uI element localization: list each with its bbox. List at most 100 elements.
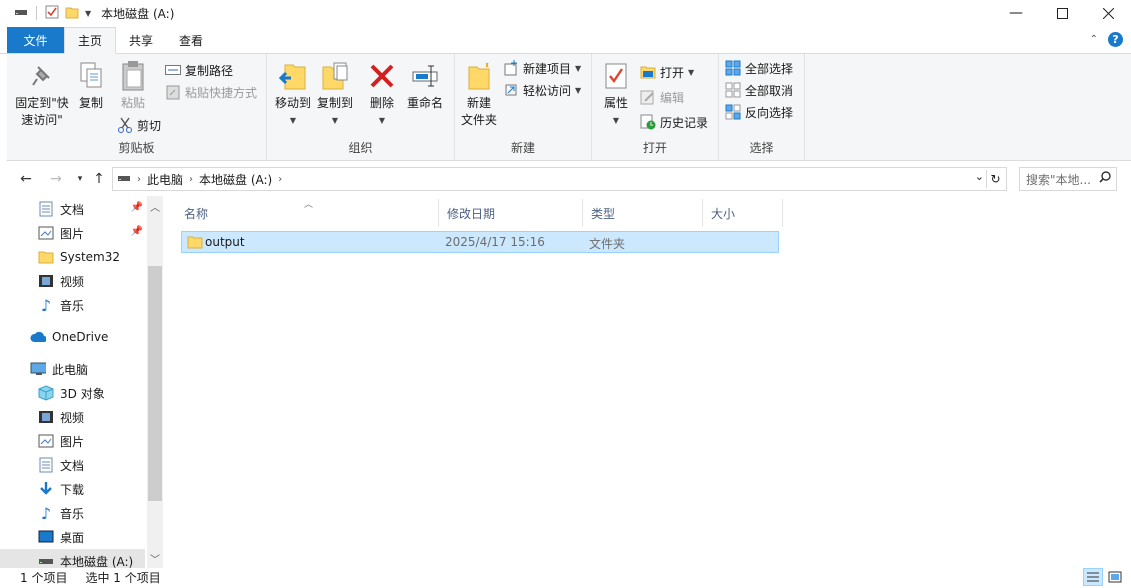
back-button[interactable]: ← — [16, 169, 36, 189]
sidebar-item-documents[interactable]: 文档 📌 — [0, 197, 145, 221]
pin-icon — [26, 60, 58, 92]
new-item-icon — [503, 60, 519, 76]
invert-selection-button[interactable]: 反向选择 — [725, 102, 793, 122]
rename-label: 重命名 — [406, 96, 443, 110]
properties-dropdown-icon: ▼ — [612, 116, 620, 125]
sidebar-item-music[interactable]: ♪ 音乐 — [0, 293, 145, 317]
sidebar-item-label: 此电脑 — [52, 362, 89, 377]
status-bar: 1 个项目 选中 1 个项目 — [0, 566, 1131, 588]
music-icon: ♪ — [40, 503, 52, 523]
customize-dropdown-icon[interactable]: ▼ — [85, 9, 91, 18]
sidebar-scrollbar[interactable]: ︿ ﹀ — [147, 196, 163, 568]
sidebar-item-downloads[interactable]: 下载 — [0, 477, 145, 501]
tab-view[interactable]: 查看 — [166, 27, 216, 53]
quick-access-toolbar: ▼ — [0, 5, 91, 22]
tab-file[interactable]: 文件 — [7, 27, 64, 53]
column-header-modified[interactable]: 修改日期 — [439, 199, 583, 227]
address-dropdown-icon[interactable]: ⌄ — [975, 170, 984, 183]
details-view-icon[interactable] — [1083, 568, 1103, 586]
properties-button[interactable]: 属性 ▼ — [598, 60, 634, 129]
new-folder-icon[interactable] — [65, 5, 79, 22]
forward-button[interactable]: → — [46, 169, 66, 189]
up-button[interactable]: ↑ — [89, 169, 109, 189]
copy-path-button[interactable]: 复制路径 — [165, 60, 233, 80]
breadcrumb-chevron[interactable]: › — [137, 174, 141, 185]
large-icons-view-icon[interactable] — [1105, 568, 1125, 586]
move-to-button[interactable]: 移动到 ▼ — [273, 60, 313, 129]
cloud-icon — [30, 329, 46, 345]
recent-locations-button[interactable]: ▾ — [70, 169, 90, 189]
collapse-ribbon-icon[interactable]: ⌃ — [1090, 34, 1098, 45]
sidebar-item-onedrive[interactable]: OneDrive — [0, 325, 145, 349]
column-header-name[interactable]: ︿ 名称 — [176, 199, 439, 227]
help-icon[interactable]: ? — [1108, 32, 1123, 47]
edit-button[interactable]: 编辑 — [640, 87, 684, 107]
search-placeholder: 搜索"本地... — [1026, 172, 1091, 187]
address-bar[interactable]: › 此电脑 › 本地磁盘 (A:) › ⌄ ↻ — [112, 167, 1007, 191]
breadcrumb-local-disk[interactable]: 本地磁盘 (A:) — [199, 171, 272, 188]
drive-icon — [117, 172, 131, 186]
move-to-icon — [277, 60, 309, 92]
copy-to-label: 复制到 — [316, 96, 353, 110]
sidebar-item-pictures-pc[interactable]: 图片 — [0, 429, 145, 453]
tab-home[interactable]: 主页 — [64, 27, 117, 54]
file-list: ︿ 名称 修改日期 类型 大小 output 2025/4/17 15:16 文… — [176, 196, 1131, 566]
sidebar-item-system32[interactable]: System32 — [0, 245, 145, 269]
delete-button[interactable]: 删除 ▼ — [364, 60, 400, 129]
tab-share[interactable]: 共享 — [116, 27, 166, 53]
select-none-icon — [725, 82, 741, 98]
paste-label: 粘贴 — [120, 96, 145, 110]
minimize-button[interactable]: — — [993, 0, 1039, 26]
search-input[interactable]: 搜索"本地... — [1019, 167, 1117, 191]
refresh-icon[interactable]: ↻ — [986, 170, 1004, 188]
scroll-up-icon[interactable]: ︿ — [147, 198, 163, 214]
new-folder-button[interactable]: 新建 文件夹 — [459, 60, 499, 129]
cut-button[interactable]: 剪切 — [117, 115, 161, 135]
cube-icon — [38, 385, 54, 401]
download-icon — [38, 481, 54, 497]
edit-icon — [640, 89, 656, 105]
paste-shortcut-button[interactable]: 粘贴快捷方式 — [165, 82, 257, 102]
history-label: 历史记录 — [660, 115, 709, 130]
select-none-button[interactable]: 全部取消 — [725, 80, 793, 100]
sidebar-item-desktop[interactable]: 桌面 — [0, 525, 145, 549]
open-button[interactable]: 打开 ▼ — [640, 62, 694, 82]
sidebar-item-this-pc[interactable]: 此电脑 — [0, 357, 145, 381]
sidebar-item-3d-objects[interactable]: 3D 对象 — [0, 381, 145, 405]
select-all-button[interactable]: 全部选择 — [725, 58, 793, 78]
paste-button[interactable]: 粘贴 — [115, 60, 151, 112]
new-item-button[interactable]: 新建项目 ▼ — [503, 58, 581, 78]
breadcrumb-chevron[interactable]: › — [189, 174, 193, 185]
sidebar-item-label: 文档 — [60, 458, 85, 473]
history-button[interactable]: 历史记录 — [640, 112, 708, 132]
scrollbar-thumb[interactable] — [148, 266, 162, 501]
sidebar-item-videos[interactable]: 视频 — [0, 269, 145, 293]
clipboard-group-name: 剪贴板 — [118, 141, 155, 155]
sidebar-item-music-pc[interactable]: ♪ 音乐 — [0, 501, 145, 525]
sidebar-item-documents-pc[interactable]: 文档 — [0, 453, 145, 477]
copy-button[interactable]: 复制 — [75, 60, 107, 112]
video-icon — [38, 409, 54, 425]
sidebar-item-videos-pc[interactable]: 视频 — [0, 405, 145, 429]
breadcrumb-this-pc[interactable]: 此电脑 — [147, 171, 183, 188]
breadcrumb-chevron[interactable]: › — [278, 174, 282, 185]
document-icon — [38, 457, 54, 473]
column-header-type[interactable]: 类型 — [583, 199, 703, 227]
music-icon: ♪ — [40, 295, 52, 315]
open-group-name: 打开 — [642, 141, 667, 155]
easy-access-button[interactable]: 轻松访问 ▼ — [503, 80, 581, 100]
table-row[interactable]: output 2025/4/17 15:16 文件夹 — [181, 231, 779, 253]
pin-quick-access-button[interactable]: 固定到"快速访问" — [11, 60, 73, 129]
rename-button[interactable]: 重命名 — [403, 60, 447, 112]
copy-to-button[interactable]: 复制到 ▼ — [315, 60, 355, 129]
item-count: 1 个项目 — [20, 570, 68, 585]
close-button[interactable] — [1085, 0, 1131, 26]
delete-dropdown-icon: ▼ — [378, 116, 386, 125]
properties-checkbox-icon[interactable] — [45, 5, 59, 22]
column-header-size[interactable]: 大小 — [703, 199, 783, 227]
sidebar-item-pictures[interactable]: 图片 📌 — [0, 221, 145, 245]
file-name: output — [205, 235, 245, 249]
select-all-icon — [725, 60, 741, 76]
maximize-button[interactable] — [1039, 0, 1085, 26]
scroll-down-icon[interactable]: ﹀ — [147, 550, 163, 566]
